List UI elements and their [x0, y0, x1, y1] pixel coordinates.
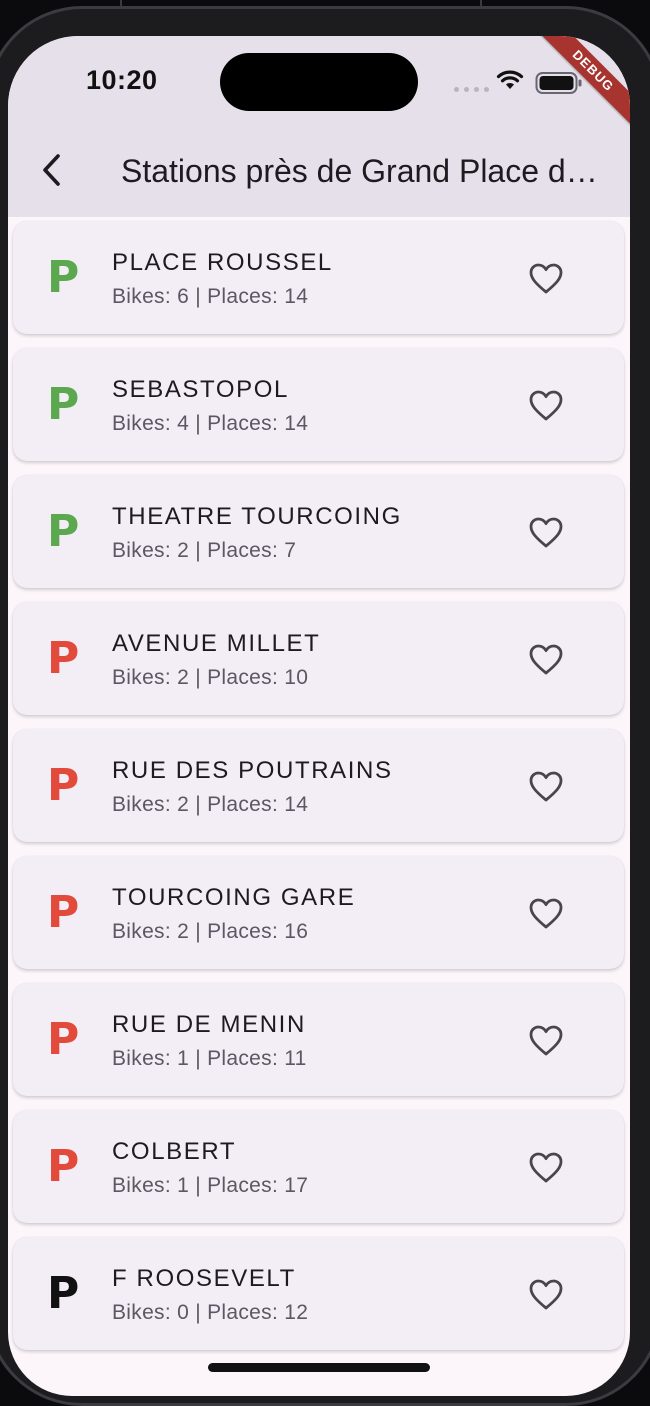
parking-icon: P — [47, 506, 80, 557]
station-name: COLBERT — [112, 1138, 237, 1165]
parking-icon: P — [47, 633, 80, 684]
parking-icon: P — [47, 1268, 80, 1319]
favorite-button[interactable] — [526, 513, 566, 553]
station-name: F ROOSEVELT — [112, 1265, 296, 1292]
station-availability: Bikes: 4 | Places: 14 — [112, 412, 309, 435]
station-name: RUE DES POUTRAINS — [112, 757, 393, 784]
station-card[interactable]: P AVENUE MILLET Bikes: 2 | Places: 10 — [13, 602, 624, 715]
chevron-left-icon — [43, 154, 60, 186]
station-availability: Bikes: 0 | Places: 12 — [112, 1301, 309, 1324]
parking-icon: P — [47, 252, 80, 303]
station-name: SEBASTOPOL — [112, 376, 289, 403]
favorite-button[interactable] — [526, 386, 566, 426]
heart-icon — [529, 644, 563, 676]
station-availability: Bikes: 2 | Places: 16 — [112, 920, 309, 943]
station-availability: Bikes: 1 | Places: 11 — [112, 1047, 307, 1070]
status-time: 10:20 — [86, 65, 158, 95]
parking-icon: P — [47, 1014, 80, 1065]
station-availability: Bikes: 2 | Places: 7 — [112, 539, 297, 562]
app-screen: 10:20 DEBUG Stations près de Grand Place… — [8, 36, 630, 1396]
station-card[interactable]: P PLACE ROUSSEL Bikes: 6 | Places: 14 — [13, 221, 624, 334]
station-card[interactable]: P RUE DE MENIN Bikes: 1 | Places: 11 — [13, 983, 624, 1096]
favorite-button[interactable] — [526, 1275, 566, 1315]
station-availability: Bikes: 2 | Places: 10 — [112, 666, 309, 689]
station-card[interactable]: P SEBASTOPOL Bikes: 4 | Places: 14 — [13, 348, 624, 461]
station-card[interactable]: P TOURCOING GARE Bikes: 2 | Places: 16 — [13, 856, 624, 969]
favorite-button[interactable] — [526, 767, 566, 807]
station-availability: Bikes: 1 | Places: 17 — [112, 1174, 309, 1197]
favorite-button[interactable] — [526, 640, 566, 680]
wifi-icon — [496, 70, 524, 89]
favorite-button[interactable] — [526, 894, 566, 934]
heart-icon — [529, 263, 563, 295]
heart-icon — [529, 390, 563, 422]
heart-icon — [529, 898, 563, 930]
heart-icon — [529, 771, 563, 803]
station-name: THEATRE TOURCOING — [112, 503, 402, 530]
station-name: AVENUE MILLET — [112, 630, 321, 657]
parking-icon: P — [47, 760, 80, 811]
station-name: RUE DE MENIN — [112, 1011, 306, 1038]
battery-icon — [535, 72, 582, 94]
parking-icon: P — [47, 887, 80, 938]
favorite-button[interactable] — [526, 1021, 566, 1061]
station-name: PLACE ROUSSEL — [112, 249, 333, 276]
page-title: Stations près de Grand Place de Tourcoin… — [121, 153, 611, 189]
heart-icon — [529, 517, 563, 549]
cellular-signal-icon — [454, 87, 489, 92]
parking-icon: P — [47, 379, 80, 430]
favorite-button[interactable] — [526, 259, 566, 299]
station-card[interactable]: P THEATRE TOURCOING Bikes: 2 | Places: 7 — [13, 475, 624, 588]
station-name: TOURCOING GARE — [112, 884, 356, 911]
station-card[interactable]: P RUE DES POUTRAINS Bikes: 2 | Places: 14 — [13, 729, 624, 842]
heart-icon — [529, 1279, 563, 1311]
top-bar: 10:20 DEBUG Stations près de Grand Place… — [8, 36, 630, 217]
parking-icon: P — [47, 1141, 80, 1192]
back-button[interactable] — [30, 148, 74, 192]
favorite-button[interactable] — [526, 1148, 566, 1188]
station-card[interactable]: P COLBERT Bikes: 1 | Places: 17 — [13, 1110, 624, 1223]
dynamic-island — [220, 53, 418, 111]
station-availability: Bikes: 2 | Places: 14 — [112, 793, 309, 816]
station-card[interactable]: P F ROOSEVELT Bikes: 0 | Places: 12 — [13, 1237, 624, 1350]
station-availability: Bikes: 6 | Places: 14 — [112, 285, 309, 308]
heart-icon — [529, 1152, 563, 1184]
home-indicator — [208, 1363, 430, 1372]
heart-icon — [529, 1025, 563, 1057]
